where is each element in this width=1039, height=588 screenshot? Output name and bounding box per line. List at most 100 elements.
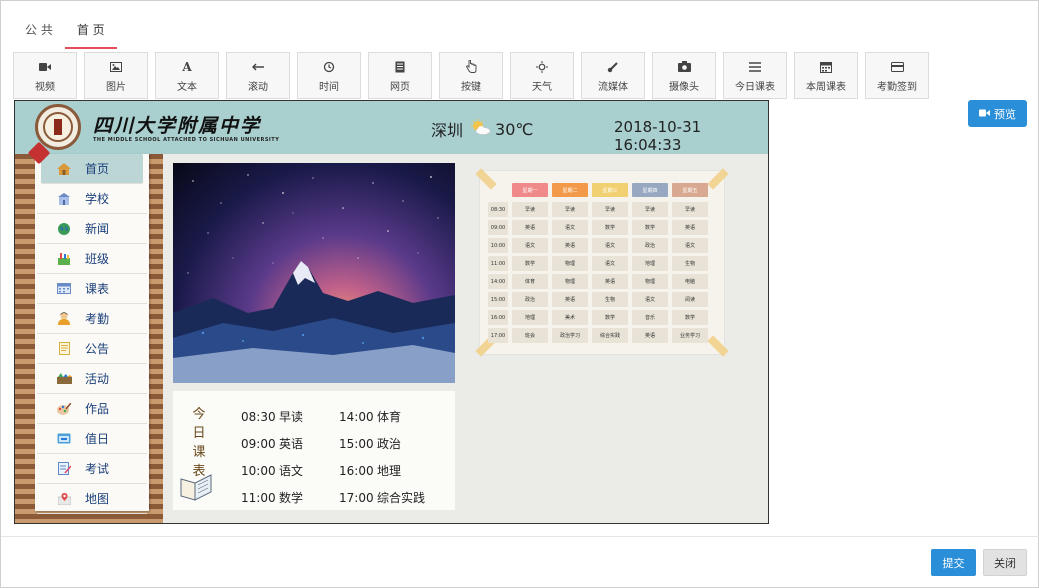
- tool-webpage-button[interactable]: 网页: [368, 52, 432, 99]
- preview-button[interactable]: 预览: [968, 100, 1027, 127]
- tool-label: 摄像头: [669, 81, 699, 93]
- tool-label: 滚动: [248, 81, 268, 93]
- tool-label: 今日课表: [735, 81, 775, 93]
- week-cell: 班会: [512, 328, 548, 343]
- tab-bar: 公 共 首 页: [13, 13, 117, 49]
- activity-icon: [55, 372, 73, 386]
- tool-time-button[interactable]: 时间: [297, 52, 361, 99]
- tool-scroll-button[interactable]: 滚动: [226, 52, 290, 99]
- week-cell: 英语: [552, 292, 588, 307]
- tool-label: 本周课表: [806, 81, 846, 93]
- sun-icon: [534, 59, 550, 75]
- nav-label: 考试: [85, 462, 110, 476]
- tab-common[interactable]: 公 共: [13, 13, 65, 49]
- week-time: 16:00: [488, 310, 508, 325]
- nav-item-timetable[interactable]: 课表: [37, 274, 147, 304]
- nav-label: 地图: [85, 492, 110, 506]
- today-row: 11:00 数学 17:00 综合实践: [241, 484, 441, 511]
- tool-text-button[interactable]: A 文本: [155, 52, 219, 99]
- tool-weather-button[interactable]: 天气: [510, 52, 574, 99]
- nav-item-map[interactable]: 地图: [37, 484, 147, 514]
- notice-icon: [55, 342, 73, 356]
- week-day-header: 星期三: [592, 183, 628, 197]
- nav-label: 值日: [85, 432, 110, 446]
- header-banner: 四川大学附属中学 THE MIDDLE SCHOOL ATTACHED TO S…: [15, 101, 768, 154]
- tab-home[interactable]: 首 页: [64, 13, 117, 49]
- week-cell: 政治: [632, 238, 668, 253]
- week-cell: 音乐: [632, 310, 668, 325]
- nav-label: 新闻: [85, 222, 110, 236]
- week-day-header: 星期五: [672, 183, 708, 197]
- nav-item-home[interactable]: 首页: [41, 154, 143, 184]
- week-row: 10:00 语文 英语 语文 政治 语文: [488, 238, 708, 253]
- week-cell: 数学: [672, 310, 708, 325]
- time: 09:00: [241, 436, 276, 451]
- duty-icon: [55, 432, 73, 446]
- stream-icon: [605, 59, 621, 75]
- exam-icon: [55, 462, 73, 476]
- nav-item-school[interactable]: 学校: [37, 184, 147, 214]
- week-cell: 政治: [512, 292, 548, 307]
- today-schedule-title: 今 日 课 表: [191, 405, 207, 481]
- submit-button[interactable]: 提交: [931, 549, 976, 576]
- today-row: 09:00 英语 15:00 政治: [241, 430, 441, 457]
- nav-item-activity[interactable]: 活动: [37, 364, 147, 394]
- tool-stream-button[interactable]: 流媒体: [581, 52, 645, 99]
- tool-key-button[interactable]: 按键: [439, 52, 503, 99]
- tool-camera-button[interactable]: 摄像头: [652, 52, 716, 99]
- nav-item-exam[interactable]: 考试: [37, 454, 147, 484]
- tool-today-schedule-button[interactable]: 今日课表: [723, 52, 787, 99]
- week-cell: 早读: [592, 202, 628, 217]
- nav-item-attendance[interactable]: 考勤: [37, 304, 147, 334]
- title-char: 日: [192, 426, 206, 441]
- nav-label: 活动: [85, 372, 110, 386]
- tape-decoration: [475, 168, 497, 190]
- subject: 综合实践: [377, 491, 426, 505]
- week-row: 11:00 数学 物理 语文 地理 生物: [488, 256, 708, 271]
- close-button[interactable]: 关闭: [983, 549, 1027, 576]
- week-time: 10:00: [488, 238, 508, 253]
- week-time: 11:00: [488, 256, 508, 271]
- tool-week-schedule-button[interactable]: 本周课表: [794, 52, 858, 99]
- week-cell: 早读: [512, 202, 548, 217]
- week-cell: 地理: [512, 310, 548, 325]
- nav-item-duty[interactable]: 值日: [37, 424, 147, 454]
- today-schedule-widget[interactable]: 今 日 课 表 08:30 早读 14:00 体育 09:00 英语 15:00 政治 …: [173, 391, 455, 510]
- nav-label: 公告: [85, 342, 110, 356]
- tool-label: 文本: [177, 81, 197, 93]
- video-icon: [37, 59, 53, 75]
- tape-decoration: [707, 335, 729, 357]
- nav-label: 首页: [85, 162, 110, 176]
- week-time: 14:00: [488, 274, 508, 289]
- screen-canvas[interactable]: 四川大学附属中学 THE MIDDLE SCHOOL ATTACHED TO S…: [14, 100, 769, 524]
- nav-item-news[interactable]: 新闻: [37, 214, 147, 244]
- tool-label: 考勤签到: [877, 81, 917, 93]
- week-day-header: 星期四: [632, 183, 668, 197]
- nav-item-class[interactable]: 班级: [37, 244, 147, 274]
- week-time: 17:00: [488, 328, 508, 343]
- datetime-display[interactable]: 2018-10-31 16:04:33: [614, 118, 768, 154]
- nav-label: 课表: [85, 282, 110, 296]
- week-cell: 物理: [552, 274, 588, 289]
- text-icon: A: [182, 59, 192, 74]
- week-row: 08:30 早读 早读 早读 早读 早读: [488, 202, 708, 217]
- globe-icon: [55, 222, 73, 236]
- week-cell: 政治学习: [552, 328, 588, 343]
- nav-item-notice[interactable]: 公告: [37, 334, 147, 364]
- weather-city: 深圳: [431, 121, 464, 140]
- weather-widget[interactable]: 深圳 30℃: [431, 117, 533, 141]
- time: 17:00: [339, 490, 374, 505]
- class-icon: [55, 252, 73, 266]
- time: 15:00: [339, 436, 374, 451]
- footer-divider: [1, 536, 1039, 537]
- school-name: 四川大学附属中学: [93, 115, 262, 137]
- nav-item-works[interactable]: 作品: [37, 394, 147, 424]
- week-cell: 生物: [592, 292, 628, 307]
- tool-attendance-button[interactable]: 考勤签到: [865, 52, 929, 99]
- map-icon: [55, 492, 73, 506]
- tool-video-button[interactable]: 视频: [13, 52, 77, 99]
- week-schedule-widget[interactable]: 星期一 星期二 星期三 星期四 星期五 08:30 早读 早读 早读 早读 早读 09:00 英语 语文…: [475, 168, 729, 357]
- title-char: 课: [192, 445, 206, 460]
- tool-image-button[interactable]: 图片: [84, 52, 148, 99]
- mountain-night-sky-image[interactable]: [173, 163, 455, 383]
